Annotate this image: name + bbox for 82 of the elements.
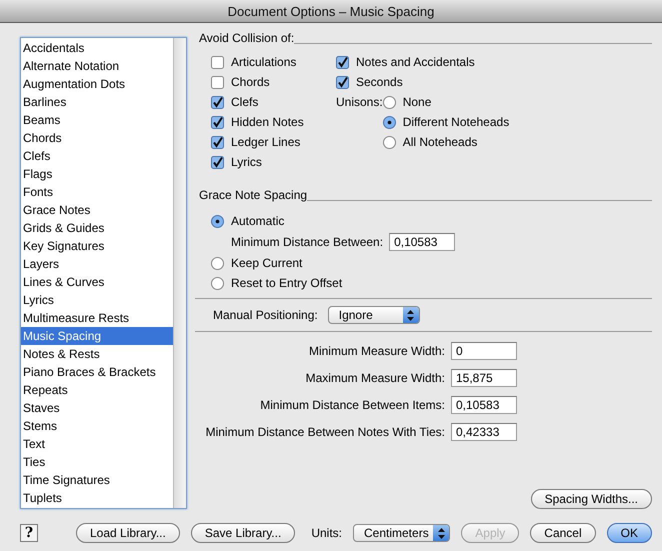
list-item[interactable]: Time Signatures (21, 471, 173, 489)
input-field[interactable]: 0,10583 (451, 396, 517, 414)
checkbox[interactable] (211, 136, 224, 148)
option-label: None (402, 95, 432, 109)
list-item[interactable]: Chords (21, 129, 173, 147)
radio-button[interactable] (382, 136, 396, 148)
list-item[interactable]: Beams (21, 111, 173, 129)
option-label: Articulations (231, 55, 296, 69)
category-list[interactable] (20, 37, 187, 509)
list-item[interactable]: Tuplets (21, 489, 173, 507)
list-item[interactable]: Stems (21, 417, 173, 435)
radio-button[interactable] (382, 96, 396, 108)
checkbox[interactable] (211, 156, 224, 168)
input-field[interactable]: 0,10583 (389, 233, 456, 251)
library-button[interactable]: Load Library... (76, 523, 180, 543)
scrollbar[interactable] (173, 38, 186, 508)
section-heading: Grace Note Spacing (199, 188, 308, 202)
field-label: Maximum Measure Width: (306, 371, 445, 385)
option-label: Lyrics (231, 155, 262, 169)
field-label: Minimum Distance Between: (231, 235, 384, 249)
option-label: Chords (231, 75, 270, 89)
checkbox[interactable] (211, 96, 224, 108)
radio-button[interactable] (211, 256, 224, 270)
section-heading: Avoid Collision of: (199, 31, 294, 45)
list-item[interactable]: Lyrics (21, 291, 173, 309)
popup-menu[interactable]: Ignore (328, 306, 420, 324)
list-item[interactable]: Text (21, 435, 173, 453)
option-label: Different Noteheads (402, 115, 510, 129)
option-label: Hidden Notes (231, 115, 304, 129)
dialog-button[interactable]: OK (606, 523, 652, 543)
option-label: Keep Current (231, 256, 302, 270)
checkbox[interactable] (211, 76, 224, 88)
units-label: Units: (311, 526, 342, 540)
list-item[interactable]: Music Spacing (21, 327, 173, 345)
checkbox[interactable] (336, 56, 349, 68)
list-item[interactable]: Notes & Rests (21, 345, 173, 363)
list-item[interactable]: Augmentation Dots (21, 75, 173, 93)
list-item[interactable]: Repeats (21, 381, 173, 399)
option-label: Clefs (231, 95, 258, 109)
list-item[interactable]: Grids & Guides (21, 219, 173, 237)
option-label: Reset to Entry Offset (231, 276, 342, 290)
unisons-label: Unisons: (336, 94, 383, 111)
list-item[interactable]: Layers (21, 255, 173, 273)
spacing-widths-button[interactable]: Spacing Widths... (530, 489, 652, 509)
field-label: Manual Positioning: (213, 308, 318, 322)
option-label: All Noteheads (402, 135, 478, 149)
field-label: Minimum Measure Width: (308, 344, 445, 358)
radio-button[interactable] (211, 214, 224, 228)
stepper-arrows-icon (438, 528, 444, 538)
list-item[interactable]: Multimeasure Rests (21, 309, 173, 327)
list-item[interactable]: Piano Braces & Brackets (21, 363, 173, 381)
option-label: Ledger Lines (231, 135, 300, 149)
list-item[interactable]: Key Signatures (21, 237, 173, 255)
library-button[interactable]: Save Library... (190, 523, 296, 543)
field-label: Minimum Distance Between Items: (260, 398, 445, 412)
checkbox[interactable] (211, 116, 224, 128)
help-button[interactable]: ? (20, 524, 38, 542)
checkbox[interactable] (211, 56, 224, 68)
dialog-button[interactable]: Cancel (530, 523, 596, 543)
list-item[interactable]: Staves (21, 399, 173, 417)
list-item[interactable]: Fonts (21, 183, 173, 201)
option-label: Seconds (356, 75, 403, 89)
input-field[interactable]: 0,42333 (451, 423, 517, 441)
stepper-arrows-icon (407, 310, 414, 320)
radio-button[interactable] (382, 116, 396, 128)
list-item[interactable]: Alternate Notation (21, 57, 173, 75)
list-item[interactable]: Accidentals (21, 39, 173, 57)
list-item[interactable]: Grace Notes (21, 201, 173, 219)
window-title: Document Options – Music Spacing (228, 4, 434, 18)
field-label: Minimum Distance Between Notes With Ties: (206, 425, 445, 439)
checkbox[interactable] (336, 76, 349, 88)
option-label: Notes and Accidentals (356, 55, 475, 69)
list-item[interactable]: Lines & Curves (21, 273, 173, 291)
list-item[interactable]: Clefs (21, 147, 173, 165)
popup-menu[interactable]: Centimeters (353, 524, 450, 542)
list-item[interactable]: Ties (21, 453, 173, 471)
radio-button[interactable] (211, 276, 224, 290)
list-item[interactable]: Barlines (21, 93, 173, 111)
list-item[interactable]: Flags (21, 165, 173, 183)
input-field[interactable]: 15,875 (451, 369, 517, 387)
option-label: Automatic (231, 214, 284, 228)
input-field[interactable]: 0 (451, 342, 517, 360)
